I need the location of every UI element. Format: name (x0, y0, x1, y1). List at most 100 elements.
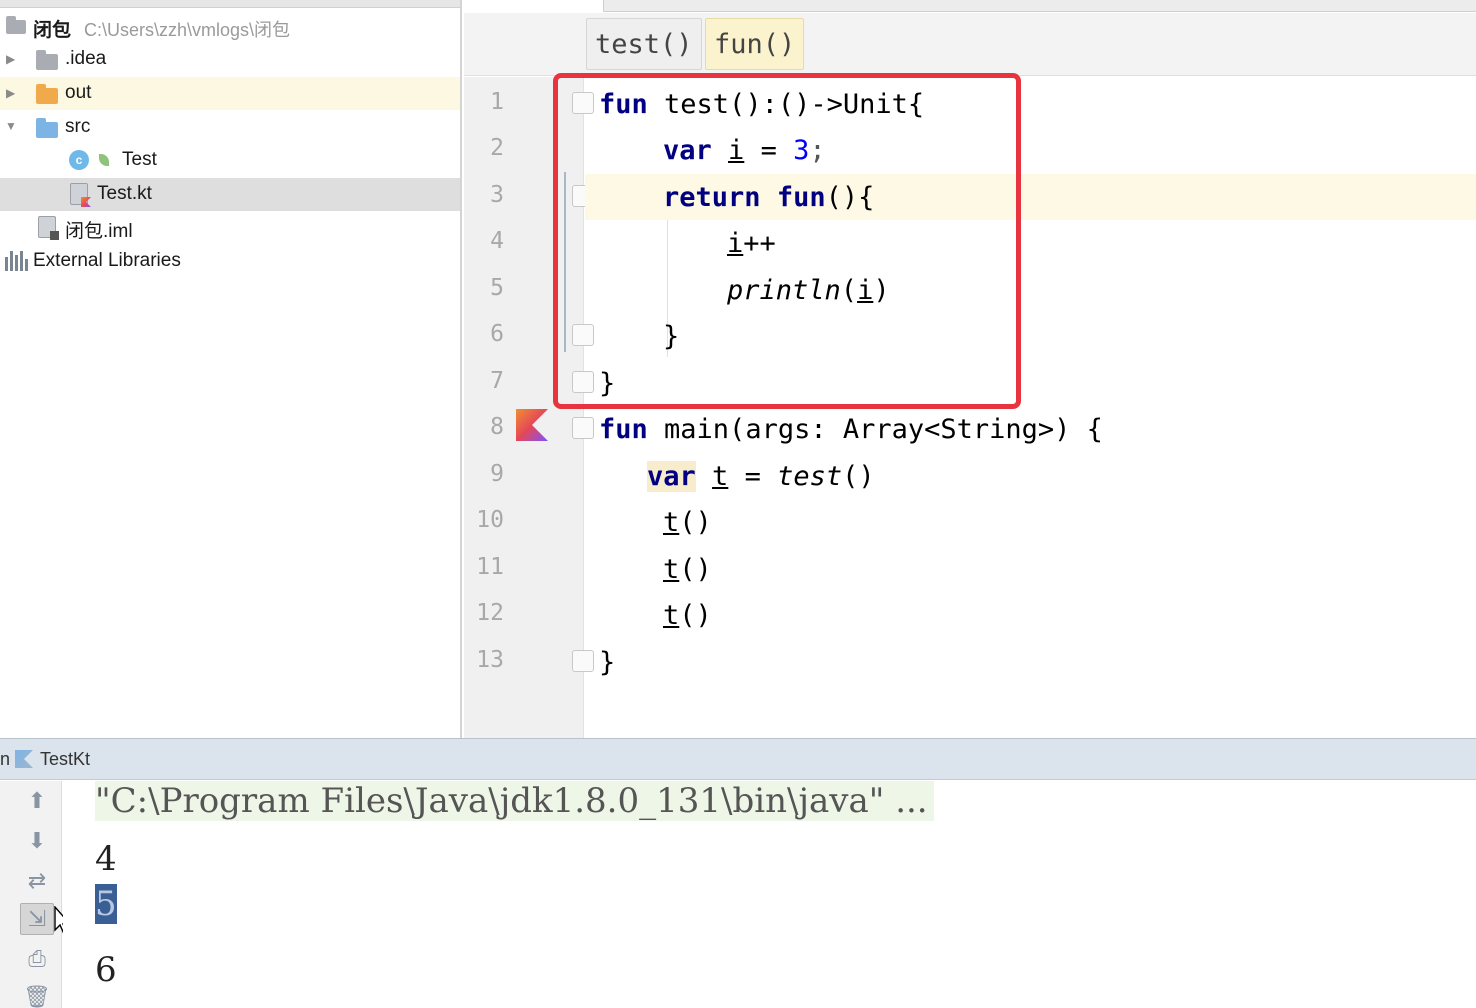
code-text: ) (873, 274, 890, 306)
line-number-gutter: 1 2 3 4 5 6 7 8 9 10 11 12 13 (464, 77, 594, 738)
leaf-icon (99, 154, 109, 166)
function-call: println (727, 274, 841, 306)
code-line-7: } (599, 360, 1476, 406)
code-text: = (744, 134, 794, 166)
libraries-icon (5, 251, 28, 271)
code-line-4: i ++ (727, 220, 1476, 266)
keyword: var (647, 460, 696, 492)
code-text: } (599, 646, 616, 678)
tree-item-label: src (65, 116, 91, 137)
variable: i (857, 274, 874, 306)
tree-item-external-libraries[interactable]: External Libraries (0, 245, 460, 278)
console-output[interactable]: "C:\Program Files\Java\jdk1.8.0_131\bin\… (63, 781, 1476, 1008)
module-file-icon (38, 216, 59, 240)
line-number: 3 (490, 182, 504, 208)
run-toolbar: ⬆ ⬇ ⇄ ⇲ ⎙ 🗑 (0, 781, 62, 1008)
variable: t (663, 553, 680, 585)
keyword: var (663, 134, 712, 166)
keyword: fun (776, 181, 826, 213)
trash-icon[interactable]: 🗑 (20, 981, 54, 1008)
code-text: ( (840, 274, 858, 306)
console-output-line: 6 (95, 950, 117, 990)
run-main-kotlin-icon[interactable] (516, 409, 548, 441)
scroll-up-icon[interactable]: ⬆ (20, 785, 54, 817)
code-area[interactable]: fun test():()->Unit{ var i = 3; return f… (585, 77, 1476, 738)
code-text: ; (809, 134, 826, 166)
console-output-line-selected[interactable]: 5 (95, 884, 117, 924)
code-text: () (842, 460, 875, 492)
project-tree-panel: 闭包 C:\Users\zzh\vmlogs\闭包 ▶ .idea ▶ out … (0, 0, 462, 738)
code-text: () (679, 553, 712, 585)
code-text: } (599, 367, 616, 399)
editor-tab-strip (464, 0, 1476, 12)
keyword: return (663, 181, 761, 213)
code-line-5: println(i) (727, 267, 1476, 313)
tree-root-row[interactable]: 闭包 C:\Users\zzh\vmlogs\闭包 (0, 10, 460, 43)
code-editor[interactable]: test() fun() 1 2 3 4 5 6 7 8 9 10 11 12 … (464, 0, 1476, 738)
root-name: 闭包 (33, 20, 72, 41)
tree-item-label: out (65, 82, 92, 103)
code-line-10: t() (663, 499, 1476, 545)
breadcrumb: test() fun() (464, 13, 1476, 76)
code-text: () (679, 506, 712, 538)
folder-icon (36, 50, 58, 70)
tree-item-iml[interactable]: 闭包.iml (0, 211, 460, 244)
code-line-9: var t = test() (647, 453, 1476, 499)
tree-item-label: Test.kt (97, 183, 152, 204)
kotlin-file-icon (70, 183, 88, 205)
scroll-down-icon[interactable]: ⬇ (20, 825, 54, 857)
code-text: } (663, 320, 680, 352)
source-folder-icon (36, 118, 58, 138)
console-output-line: 4 (95, 839, 117, 879)
collapsed-arrow-icon[interactable]: ▶ (6, 86, 15, 100)
number-literal: 3 (793, 134, 810, 166)
tree-item-idea[interactable]: ▶ .idea (0, 43, 460, 76)
console-command-line: "C:\Program Files\Java\jdk1.8.0_131\bin\… (95, 781, 934, 821)
line-number: 10 (476, 507, 504, 533)
breadcrumb-item-fun[interactable]: fun() (705, 18, 805, 70)
collapsed-arrow-icon[interactable]: ▶ (6, 52, 15, 66)
class-icon: c (69, 150, 89, 170)
variable: t (663, 599, 680, 631)
code-text: = (728, 460, 778, 492)
code-line-8: fun main(args: Array<String>) { (599, 406, 1476, 452)
tree-item-src[interactable]: ▼ src (0, 111, 460, 144)
breadcrumb-item-test[interactable]: test() (586, 18, 702, 70)
code-line-13: } (599, 639, 1476, 685)
line-number: 13 (476, 647, 504, 673)
editor-tab-active[interactable] (464, 0, 604, 12)
run-config-name[interactable]: TestKt (40, 749, 90, 770)
line-number: 8 (490, 414, 504, 440)
function-call: test (777, 460, 843, 492)
root-path: C:\Users\zzh\vmlogs\闭包 (84, 20, 291, 40)
line-number: 7 (490, 368, 504, 394)
line-number: 11 (476, 554, 504, 580)
fold-range-line (564, 172, 566, 352)
keyword: fun (599, 88, 648, 120)
module-folder-icon (6, 16, 26, 34)
code-line-12: t() (663, 592, 1476, 638)
code-text: (){ (825, 181, 875, 213)
line-number: 4 (490, 228, 504, 254)
variable: t (712, 460, 729, 492)
expanded-arrow-icon[interactable]: ▼ (5, 119, 17, 133)
code-line-2: var i = 3; (663, 127, 1476, 173)
tree-item-label: External Libraries (33, 250, 181, 271)
code-line-6: } (663, 313, 1476, 359)
code-text: () (679, 599, 712, 631)
code-line-11: t() (663, 546, 1476, 592)
print-icon[interactable]: ⎙ (20, 943, 54, 975)
tree-item-test-kt[interactable]: Test.kt (0, 178, 460, 211)
tree-item-test-class[interactable]: c Test (0, 144, 460, 177)
variable: i (727, 227, 744, 259)
line-number: 9 (490, 461, 504, 487)
line-number: 1 (490, 89, 504, 115)
project-panel-header (0, 0, 460, 8)
scroll-to-end-icon[interactable]: ⇲ (20, 903, 54, 935)
code-text: main(args: Array<String>) { (647, 413, 1103, 445)
tree-item-out[interactable]: ▶ out (0, 77, 460, 110)
soft-wrap-icon[interactable]: ⇄ (20, 865, 54, 897)
variable: t (663, 506, 680, 538)
line-number: 2 (490, 135, 504, 161)
tree-item-label: .idea (65, 48, 107, 69)
